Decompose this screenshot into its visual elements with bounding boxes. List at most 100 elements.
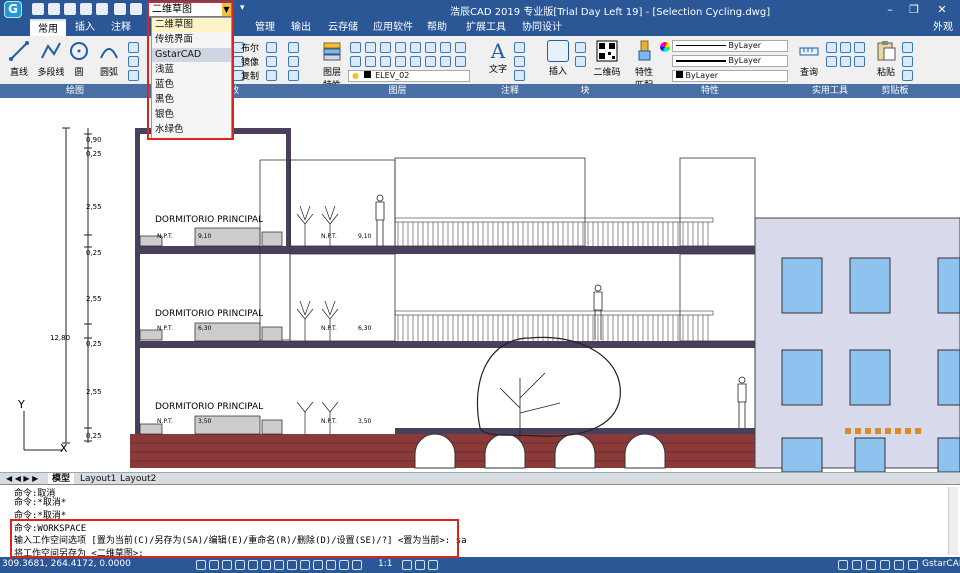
tab-collab[interactable]: 协同设计 xyxy=(516,19,568,36)
tab-annotate[interactable]: 注释 xyxy=(104,19,138,36)
selection-cycling-icon[interactable] xyxy=(326,560,336,570)
measure-button[interactable]: 查询 xyxy=(796,40,822,78)
utility-icon[interactable] xyxy=(854,42,865,53)
app-logo-icon[interactable]: G xyxy=(4,1,22,18)
copy-clip-icon[interactable] xyxy=(902,42,913,53)
open-file-icon[interactable] xyxy=(48,3,60,15)
layer-tool-icon[interactable] xyxy=(380,56,391,67)
tray-icon[interactable] xyxy=(908,560,918,570)
ducs-icon[interactable] xyxy=(274,560,284,570)
layer-tool-icon[interactable] xyxy=(455,42,466,53)
rectangle-icon[interactable] xyxy=(128,42,139,53)
snap-icon[interactable] xyxy=(196,560,206,570)
tray-icon[interactable] xyxy=(894,560,904,570)
stretch-icon[interactable] xyxy=(266,56,277,67)
layer-tool-icon[interactable] xyxy=(365,42,376,53)
paste-special-icon[interactable] xyxy=(902,70,913,81)
line-button[interactable]: 直线 xyxy=(6,40,32,78)
layer-tool-icon[interactable] xyxy=(425,42,436,53)
qp-icon[interactable] xyxy=(339,560,349,570)
create-block-icon[interactable] xyxy=(575,42,586,53)
layer-tool-icon[interactable] xyxy=(395,56,406,67)
layer-tool-icon[interactable] xyxy=(395,42,406,53)
customize-qa-icon[interactable]: ▾ xyxy=(240,3,245,13)
fillet-icon[interactable] xyxy=(288,56,299,67)
layer-select[interactable]: ● ELEV_02 xyxy=(348,70,470,82)
new-file-icon[interactable] xyxy=(32,3,44,15)
tray-icon[interactable] xyxy=(852,560,862,570)
boolean-label[interactable]: 布尔 xyxy=(241,41,259,54)
workspace-icon[interactable] xyxy=(402,560,412,570)
lineweight-select[interactable]: ByLayer xyxy=(672,55,788,67)
utility-icon[interactable] xyxy=(840,56,851,67)
tab-home[interactable]: 常用 xyxy=(30,19,66,36)
circle-button[interactable]: 圆 xyxy=(68,40,90,78)
layer-tool-icon[interactable] xyxy=(350,42,361,53)
polyline-button[interactable]: 多段线 xyxy=(36,40,66,78)
leader-icon[interactable] xyxy=(514,56,525,67)
layer-tool-icon[interactable] xyxy=(410,56,421,67)
save-icon[interactable] xyxy=(64,3,76,15)
tab-extensions[interactable]: 扩展工具 xyxy=(458,19,514,36)
polar-icon[interactable] xyxy=(235,560,245,570)
scale-icon[interactable] xyxy=(266,70,277,81)
utility-icon[interactable] xyxy=(826,56,837,67)
osnap-icon[interactable] xyxy=(248,560,258,570)
restore-icon[interactable]: ❐ xyxy=(902,0,926,19)
ortho-icon[interactable] xyxy=(222,560,232,570)
appearance-menu[interactable]: 外观 xyxy=(928,19,958,36)
qrcode-button[interactable]: 二维码 xyxy=(592,40,622,78)
undo-icon[interactable] xyxy=(114,3,126,15)
layer-tool-icon[interactable] xyxy=(350,56,361,67)
close-icon[interactable]: ✕ xyxy=(930,0,954,19)
color-select[interactable]: ByLayer xyxy=(672,70,788,82)
drawing-canvas[interactable]: 0,90 0,25 2,55 0,25 2,55 0,25 2,55 0,25 … xyxy=(0,98,960,472)
redo-icon[interactable] xyxy=(130,3,142,15)
tab-apps[interactable]: 应用软件 xyxy=(368,19,418,36)
spline-icon[interactable] xyxy=(128,70,139,81)
tray-icon[interactable] xyxy=(880,560,890,570)
lineweight-icon[interactable] xyxy=(300,560,310,570)
tab-cloud[interactable]: 云存储 xyxy=(322,19,364,36)
lock-icon[interactable] xyxy=(415,560,425,570)
minimize-icon[interactable]: – xyxy=(878,0,902,19)
layer-tool-icon[interactable] xyxy=(410,42,421,53)
annotation-icon[interactable] xyxy=(352,560,362,570)
dyn-icon[interactable] xyxy=(287,560,297,570)
paste-button[interactable]: 粘贴 xyxy=(874,40,898,78)
hatch-icon[interactable] xyxy=(128,56,139,67)
scale-readout[interactable]: 1:1 xyxy=(378,559,392,569)
table-icon[interactable] xyxy=(514,70,525,81)
grid-icon[interactable] xyxy=(209,560,219,570)
copy-label[interactable]: 复制 xyxy=(241,69,259,82)
explode-icon[interactable] xyxy=(288,70,299,81)
transparency-icon[interactable] xyxy=(313,560,323,570)
color-wheel-icon[interactable] xyxy=(660,42,670,52)
trim-icon[interactable] xyxy=(288,42,299,53)
insert-block-button[interactable]: 插入 xyxy=(546,40,570,77)
tab-output[interactable]: 输出 xyxy=(284,19,318,36)
layer-tool-icon[interactable] xyxy=(380,42,391,53)
fullscreen-icon[interactable] xyxy=(428,560,438,570)
print-icon[interactable] xyxy=(96,3,108,15)
layer-tool-icon[interactable] xyxy=(365,56,376,67)
layer-tool-icon[interactable] xyxy=(440,42,451,53)
otrack-icon[interactable] xyxy=(261,560,271,570)
tab-view[interactable] xyxy=(233,19,245,36)
mirror-label[interactable]: 镜像 xyxy=(241,55,259,68)
tab-help[interactable]: 帮助 xyxy=(420,19,454,36)
layer-tool-icon[interactable] xyxy=(425,56,436,67)
tab-manage[interactable]: 管理 xyxy=(248,19,282,36)
utility-icon[interactable] xyxy=(840,42,851,53)
save-as-icon[interactable] xyxy=(80,3,92,15)
linetype-select[interactable]: ByLayer xyxy=(672,40,788,52)
tab-insert[interactable]: 插入 xyxy=(68,19,102,36)
dimension-icon[interactable] xyxy=(514,42,525,53)
layer-tool-icon[interactable] xyxy=(455,56,466,67)
layer-tool-icon[interactable] xyxy=(440,56,451,67)
arc-button[interactable]: 圆弧 xyxy=(96,40,122,78)
utility-icon[interactable] xyxy=(826,42,837,53)
utility-icon[interactable] xyxy=(854,56,865,67)
command-scrollbar[interactable] xyxy=(948,487,958,555)
tray-icon[interactable] xyxy=(838,560,848,570)
